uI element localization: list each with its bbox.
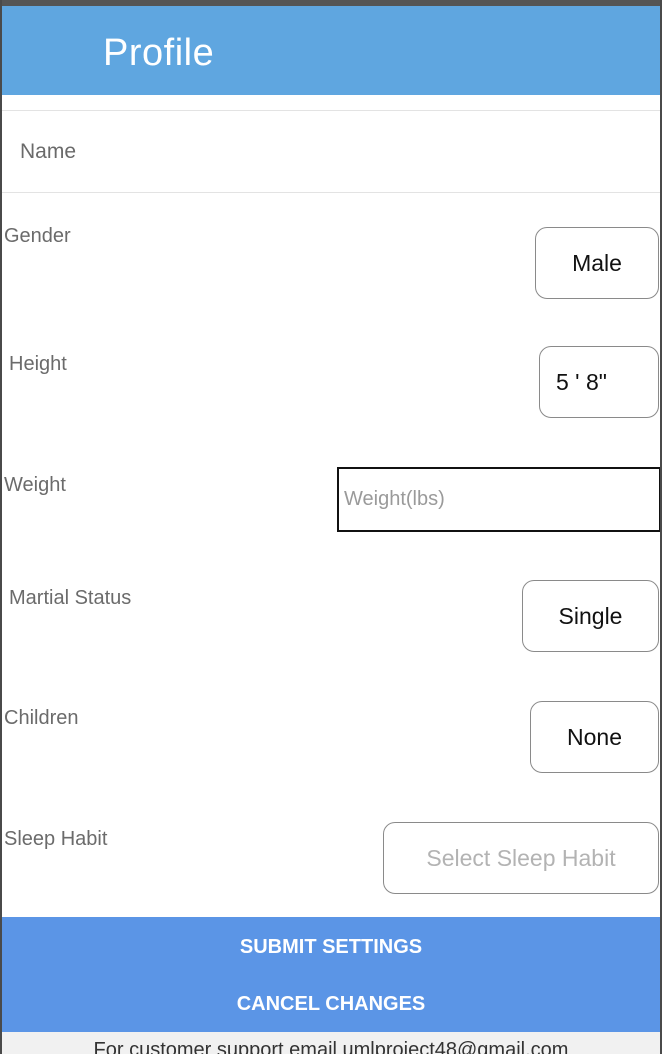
support-email-text: For customer support email umlproject48@… <box>93 1039 569 1054</box>
children-select[interactable]: None <box>530 701 659 773</box>
submit-settings-button[interactable]: SUBMIT SETTINGS <box>2 919 660 975</box>
sleep-habit-select[interactable]: Select Sleep Habit <box>383 822 659 894</box>
name-input[interactable] <box>2 111 660 192</box>
page-title: Profile <box>103 32 215 74</box>
action-buttons: SUBMIT SETTINGS CANCEL CHANGES <box>2 917 660 1032</box>
support-footer: For customer support email umlproject48@… <box>2 1032 660 1054</box>
weight-field-container <box>337 467 660 532</box>
app-header: Profile <box>2 6 660 95</box>
name-field-container <box>2 110 660 193</box>
marital-status-select[interactable]: Single <box>522 580 659 652</box>
height-label: Height <box>9 353 67 375</box>
height-select[interactable]: 5 ' 8" <box>539 346 659 418</box>
gender-select[interactable]: Male <box>535 227 659 299</box>
weight-label: Weight <box>4 474 66 496</box>
sleep-habit-label: Sleep Habit <box>4 828 108 850</box>
gender-label: Gender <box>4 225 71 247</box>
children-label: Children <box>4 707 79 729</box>
profile-screen: Profile Gender Male Height 5 ' 8" Weight… <box>2 0 660 1054</box>
cancel-changes-button[interactable]: CANCEL CHANGES <box>2 976 660 1032</box>
weight-input[interactable] <box>339 469 659 530</box>
marital-status-label: Martial Status <box>9 587 132 609</box>
